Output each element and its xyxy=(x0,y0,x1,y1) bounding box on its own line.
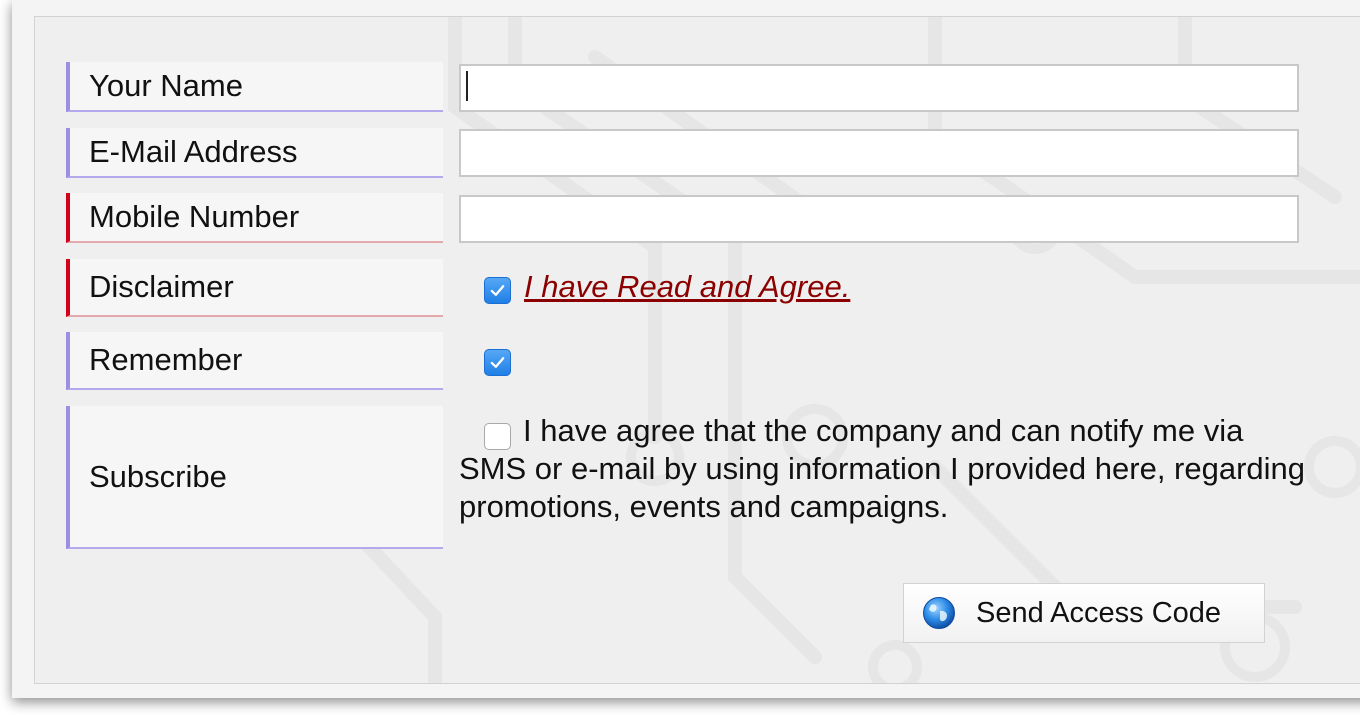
checkmark-icon xyxy=(490,357,505,368)
read-and-agree-link[interactable]: I have Read and Agree. xyxy=(524,269,850,305)
text-caret xyxy=(466,71,468,101)
subscribe-consent-text: I have agree that the company and can no… xyxy=(459,413,1306,524)
email-address-input[interactable] xyxy=(459,129,1299,177)
globe-icon xyxy=(923,597,955,629)
remember-checkbox[interactable] xyxy=(484,349,511,376)
disclaimer-label: Disclaimer xyxy=(66,259,443,317)
checkmark-icon xyxy=(490,285,505,296)
disclaimer-checkbox[interactable] xyxy=(484,277,511,304)
subscribe-label: Subscribe xyxy=(66,406,443,549)
your-name-input[interactable] xyxy=(459,64,1299,112)
send-access-code-button[interactable]: Send Access Code xyxy=(903,583,1265,643)
remember-label: Remember xyxy=(66,332,443,390)
mobile-number-input[interactable] xyxy=(459,195,1299,243)
your-name-label: Your Name xyxy=(66,62,443,112)
email-address-label: E-Mail Address xyxy=(66,128,443,178)
mobile-number-label: Mobile Number xyxy=(66,193,443,243)
